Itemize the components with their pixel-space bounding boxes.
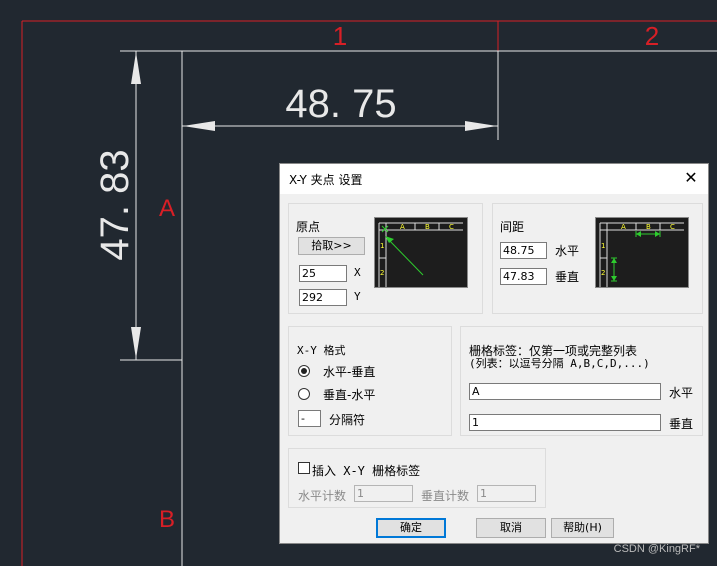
spacing-label: 间距 xyxy=(500,220,525,234)
origin-x-input[interactable]: 25 xyxy=(299,265,347,282)
insert-labels-group: 插入 X-Y 栅格标签 水平计数 1 垂直计数 1 xyxy=(288,448,546,508)
format-horizontal-vertical-label[interactable]: 水平-垂直 xyxy=(323,363,375,380)
grid-label-vertical-input[interactable]: 1 xyxy=(469,414,661,431)
pick-button[interactable]: 拾取>> xyxy=(298,237,365,255)
origin-label: 原点 xyxy=(296,220,321,234)
origin-preview-image: A B C 1 2 xyxy=(374,217,468,288)
xy-format-group: X-Y 格式 水平-垂直 垂直-水平 - 分隔符 xyxy=(288,326,452,436)
ok-button[interactable]: 确定 xyxy=(376,518,446,538)
preview-label-c: C xyxy=(449,223,454,231)
preview-label-1: 1 xyxy=(380,242,384,250)
format-vertical-horizontal-label[interactable]: 垂直-水平 xyxy=(323,386,375,403)
spacing-vertical-input[interactable]: 47.83 xyxy=(500,268,547,285)
spacing-preview-label-1: 1 xyxy=(601,242,605,250)
grid-label-vertical-label: 垂直 xyxy=(669,417,694,431)
vertical-dimension-text: 47. 83 xyxy=(93,149,137,260)
origin-y-input[interactable]: 292 xyxy=(299,289,347,306)
preview-label-2: 2 xyxy=(380,269,384,277)
origin-y-label: Y xyxy=(354,290,361,303)
grid-column-label-2: 2 xyxy=(645,21,659,51)
spacing-preview-label-b: B xyxy=(646,223,651,231)
grid-column-label-1: 1 xyxy=(333,21,347,51)
vertical-count-label: 垂直计数 xyxy=(421,489,470,503)
horizontal-dimension-text: 48. 75 xyxy=(285,82,396,126)
grid-row-label-b: B xyxy=(159,506,175,533)
dim-arrow-right xyxy=(465,121,497,131)
spacing-preview-label-c: C xyxy=(670,223,675,231)
vertical-count-input[interactable]: 1 xyxy=(477,485,536,502)
format-vertical-horizontal-radio[interactable] xyxy=(298,388,310,400)
dim-arrow-left xyxy=(183,121,215,131)
dim-arrow-up xyxy=(131,52,141,84)
separator-label: 分隔符 xyxy=(329,413,366,427)
spacing-horizontal-input[interactable]: 48.75 xyxy=(500,242,547,259)
insert-grid-labels-label[interactable]: 插入 X-Y 栅格标签 xyxy=(312,462,420,479)
help-button[interactable]: 帮助(H) xyxy=(551,518,614,538)
spacing-preview-image: A B C 1 2 xyxy=(595,217,689,288)
horizontal-count-input[interactable]: 1 xyxy=(354,485,413,502)
grid-label-horizontal-label: 水平 xyxy=(669,386,694,400)
dim-arrow-down xyxy=(131,327,141,359)
insert-grid-labels-checkbox[interactable] xyxy=(298,462,310,474)
spacing-preview-label-2: 2 xyxy=(601,269,605,277)
horizontal-count-label: 水平计数 xyxy=(298,489,347,503)
cancel-button[interactable]: 取消 xyxy=(476,518,546,538)
preview-label-a: A xyxy=(400,223,405,231)
origin-preview-graphic: A B C 1 2 xyxy=(378,222,463,287)
grid-row-label-a: A xyxy=(159,195,175,222)
origin-x-label: X xyxy=(354,266,361,279)
spacing-preview-graphic: A B C 1 2 xyxy=(599,222,684,287)
origin-group: 原点 拾取>> 25 X 292 Y A B C 1 2 xyxy=(288,203,483,314)
grid-label-horizontal-input[interactable]: A xyxy=(469,383,661,400)
spacing-group: 间距 48.75 水平 47.83 垂直 A B C 1 2 xyxy=(492,203,703,314)
xy-format-label: X-Y 格式 xyxy=(297,344,346,357)
separator-input[interactable]: - xyxy=(298,410,321,427)
format-horizontal-vertical-radio[interactable] xyxy=(298,365,310,377)
close-icon[interactable]: ✕ xyxy=(680,167,702,189)
watermark: CSDN @KingRF* xyxy=(614,543,701,555)
spacing-vertical-label: 垂直 xyxy=(555,270,580,284)
dialog-titlebar[interactable]: X-Y 夹点 设置 ✕ xyxy=(280,164,708,194)
grid-labels-hint-line2: (列表：以逗号分隔 A,B,C,D,...) xyxy=(469,357,650,370)
dialog-title: X-Y 夹点 设置 xyxy=(289,173,363,187)
spacing-preview-label-a: A xyxy=(621,223,626,231)
spacing-horizontal-label: 水平 xyxy=(555,244,580,258)
xy-grip-settings-dialog: X-Y 夹点 设置 ✕ 原点 拾取>> 25 X 292 Y A B C 1 2 xyxy=(279,163,709,544)
grid-labels-group: 栅格标签：仅第一项或完整列表 (列表：以逗号分隔 A,B,C,D,...) A … xyxy=(460,326,703,436)
preview-label-b: B xyxy=(425,223,430,231)
